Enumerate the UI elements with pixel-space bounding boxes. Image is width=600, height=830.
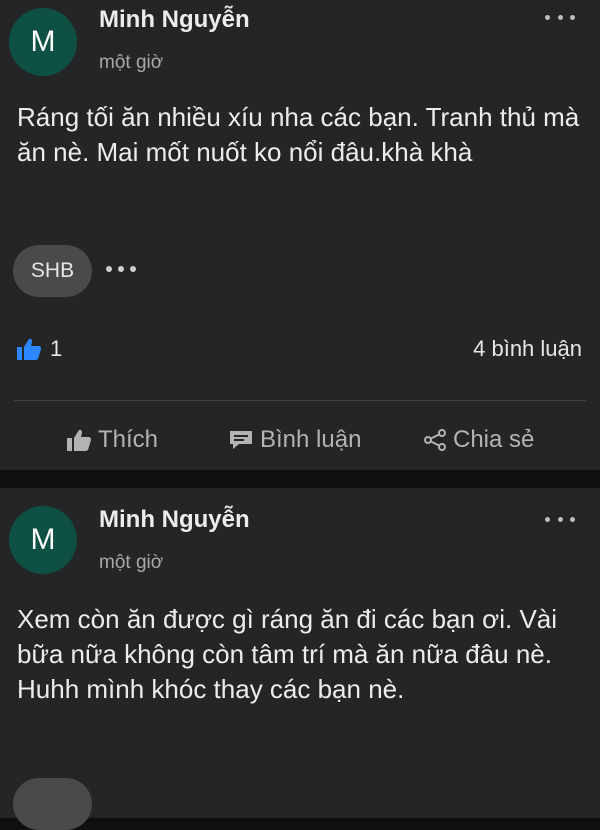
comment-button[interactable]: Bình luận [228, 420, 361, 460]
post-card: M Minh Nguyễn một giờ Ráng tối ăn nhiều … [0, 0, 600, 470]
divider [14, 400, 586, 401]
comment-label: Bình luận [260, 426, 362, 453]
action-bar: Thích Bình luận Chia sẻ [0, 420, 600, 460]
post-card: M Minh Nguyễn một giờ Xem còn ăn được gì… [0, 488, 600, 830]
post-text: Xem còn ăn được gì ráng ăn đi các bạn ơi… [17, 604, 558, 704]
avatar[interactable]: M [9, 506, 77, 574]
comment-icon [230, 431, 252, 449]
share-label: Chia sẻ [453, 426, 535, 453]
reaction-summary[interactable]: 1 [16, 336, 62, 362]
author-name[interactable]: Minh Nguyễn [99, 506, 250, 534]
comment-count[interactable]: 4 bình luận [473, 336, 582, 362]
author-name[interactable]: Minh Nguyễn [99, 6, 250, 34]
tag-chip[interactable]: SHB [13, 245, 92, 297]
avatar[interactable]: M [9, 8, 77, 76]
share-button[interactable]: Chia sẻ [423, 420, 534, 460]
thumbs-up-icon [67, 429, 91, 451]
post-text: Ráng tối ăn nhiều xíu nha các bạn. Tranh… [17, 102, 580, 167]
post-time[interactable]: một giờ [99, 52, 163, 74]
like-label: Thích [98, 426, 159, 453]
tag-chip[interactable] [13, 778, 92, 830]
like-count: 1 [50, 336, 63, 361]
more-icon[interactable] [545, 513, 575, 525]
post-time[interactable]: một giờ [99, 552, 163, 574]
like-button[interactable]: Thích [66, 420, 158, 460]
more-icon[interactable] [106, 264, 136, 274]
more-icon[interactable] [545, 11, 575, 23]
share-icon [424, 429, 446, 451]
thumbs-up-icon [17, 338, 41, 360]
